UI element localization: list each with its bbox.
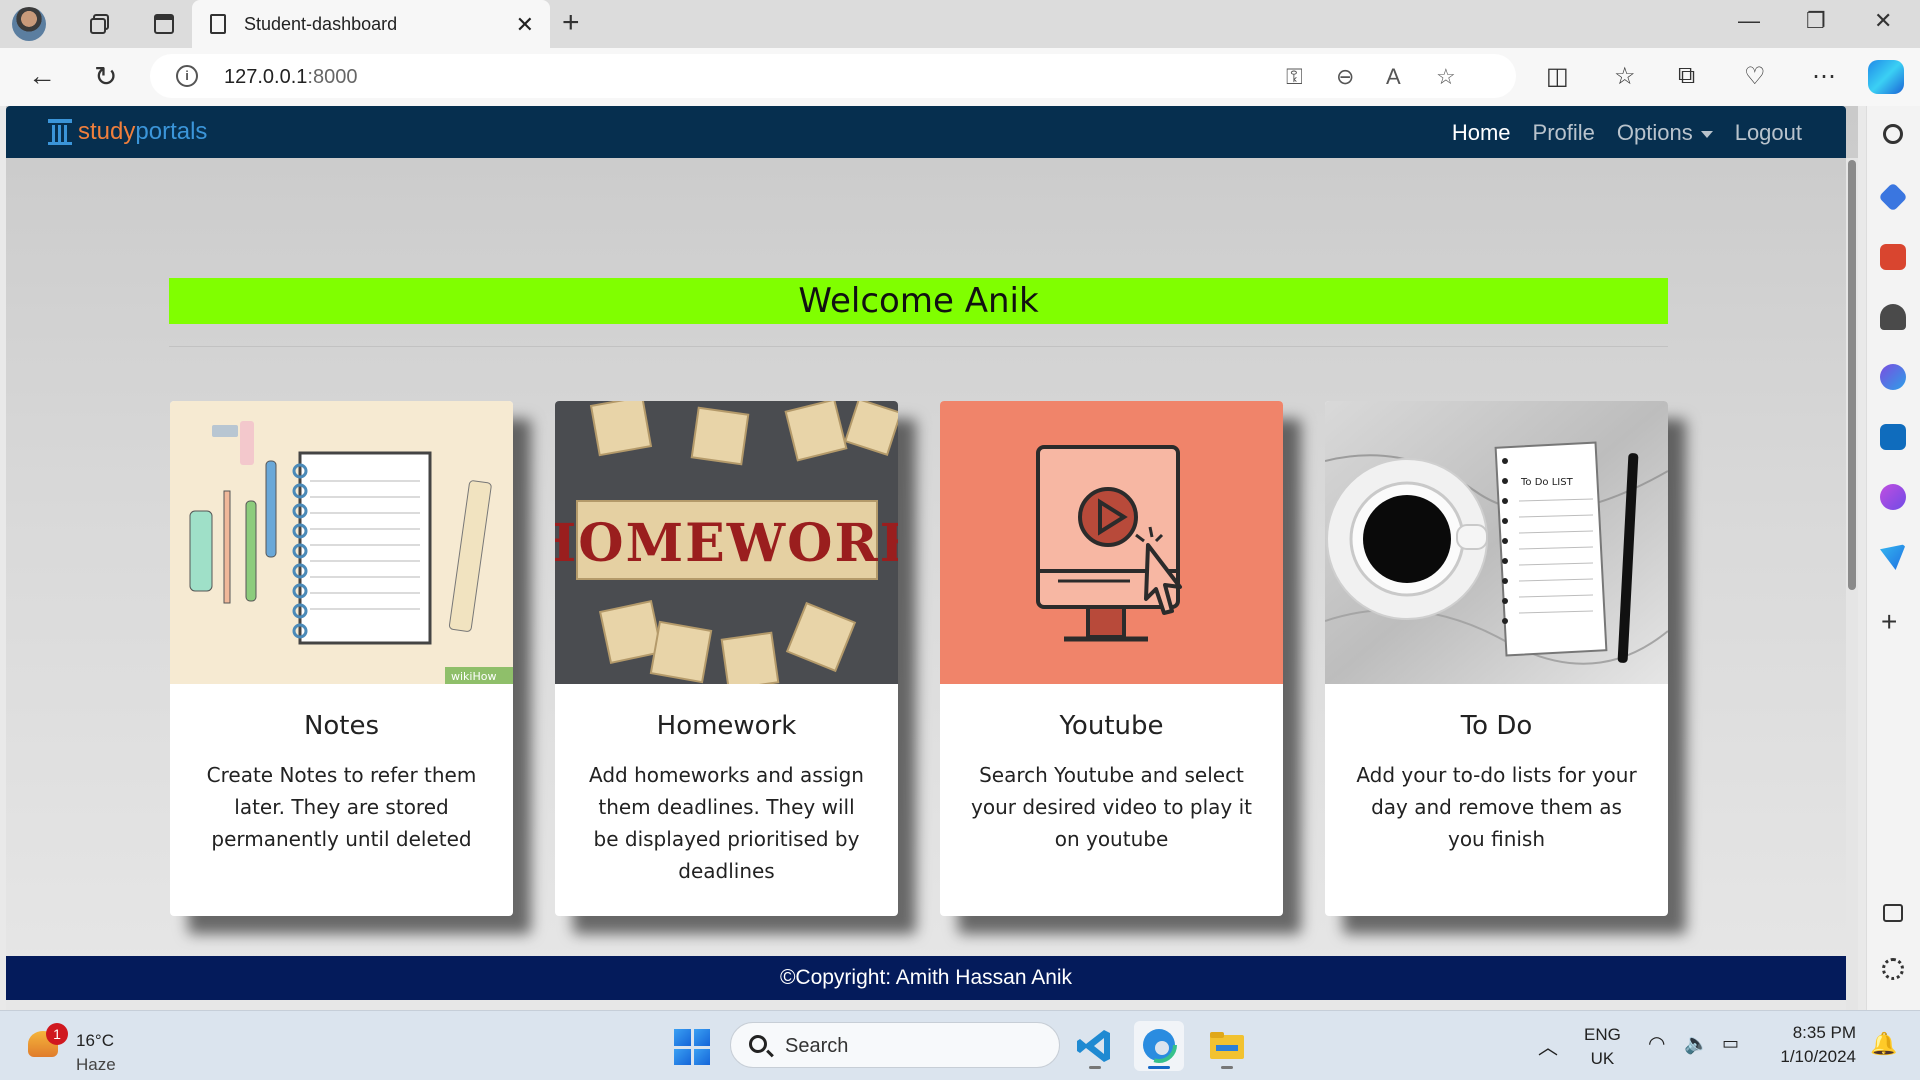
favorites-icon[interactable]: ☆ bbox=[1614, 62, 1636, 91]
keyboard-region: UK bbox=[1590, 1049, 1615, 1068]
edge-taskbar-icon[interactable] bbox=[1134, 1021, 1184, 1071]
read-aloud-icon[interactable]: A bbox=[1386, 64, 1401, 90]
brand-logo[interactable]: study portals bbox=[48, 118, 207, 146]
refresh-icon[interactable]: ↻ bbox=[94, 60, 117, 93]
notifications-bell-icon[interactable]: 🔔 bbox=[1870, 1031, 1897, 1057]
address-bar[interactable]: i 127.0.0.1:8000 ⚿ ⊖ A ☆ bbox=[150, 54, 1516, 98]
weather-condition: Haze bbox=[76, 1055, 116, 1074]
brand-text-portals: portals bbox=[135, 118, 208, 145]
add-sidebar-app-icon[interactable]: + bbox=[1881, 606, 1897, 638]
password-key-icon[interactable]: ⚿ bbox=[1286, 64, 1303, 90]
show-hidden-icons-chevron-icon[interactable]: ︿ bbox=[1538, 1031, 1558, 1060]
split-screen-icon[interactable]: ◫ bbox=[1546, 62, 1569, 91]
card-title: To Do bbox=[1460, 711, 1533, 741]
shopping-tag-icon[interactable] bbox=[1878, 182, 1908, 212]
card-description: Add homeworks and assign them deadlines.… bbox=[589, 763, 864, 883]
url-text: 127.0.0.1:8000 bbox=[224, 66, 358, 88]
battery-icon[interactable]: ▭ bbox=[1722, 1033, 1739, 1054]
divider bbox=[169, 346, 1668, 347]
todo-list-heading: To Do LIST bbox=[1520, 477, 1574, 488]
games-chess-icon[interactable] bbox=[1880, 304, 1906, 330]
nav-links: Home Profile Options Logout bbox=[1452, 120, 1802, 146]
browser-tab-strip: Student-dashboard ✕ + — ❐ ✕ bbox=[0, 0, 1920, 48]
search-icon[interactable] bbox=[1883, 124, 1903, 144]
vertical-tabs-icon[interactable] bbox=[144, 4, 184, 44]
wifi-icon[interactable]: ◠ bbox=[1648, 1031, 1665, 1056]
favorite-star-icon[interactable]: ☆ bbox=[1436, 64, 1456, 90]
copilot-icon[interactable] bbox=[1868, 60, 1904, 94]
settings-gear-icon[interactable] bbox=[1882, 958, 1904, 980]
card-description: Add your to-do lists for your day and re… bbox=[1356, 763, 1637, 851]
brand-text-study: study bbox=[78, 118, 136, 145]
restore-icon[interactable]: ❐ bbox=[1806, 8, 1826, 34]
card-title: Homework bbox=[656, 711, 797, 741]
profile-avatar[interactable] bbox=[12, 7, 46, 41]
clock-date: 1/10/2024 bbox=[1780, 1047, 1856, 1066]
notes-image: wikiHow bbox=[170, 401, 513, 684]
page-viewport: study portals Home Profile Options Logout… bbox=[6, 106, 1858, 1010]
system-clock[interactable]: 8:35 PM 1/10/2024 bbox=[1780, 1021, 1856, 1069]
youtube-image bbox=[940, 401, 1283, 684]
more-options-icon[interactable]: ⋯ bbox=[1812, 62, 1836, 91]
card-description: Search Youtube and select your desired v… bbox=[971, 763, 1252, 851]
card-title: Notes bbox=[303, 711, 380, 741]
browser-tab-active[interactable]: Student-dashboard ✕ bbox=[192, 0, 550, 48]
homework-blocks-text: HOMEWORK bbox=[555, 513, 898, 574]
start-windows-icon[interactable] bbox=[674, 1029, 710, 1065]
welcome-banner: Welcome Anik bbox=[169, 278, 1668, 324]
edge-sidebar: + bbox=[1866, 106, 1920, 1010]
taskbar-search-label: Search bbox=[785, 1035, 849, 1057]
page-footer: ©Copyright: Amith Hassan Anik bbox=[6, 956, 1846, 1000]
columns-icon bbox=[48, 119, 72, 145]
tools-briefcase-icon[interactable] bbox=[1880, 244, 1906, 270]
workspaces-icon[interactable] bbox=[80, 4, 120, 44]
vscode-taskbar-icon[interactable] bbox=[1070, 1021, 1120, 1071]
language-indicator[interactable]: ENG UK bbox=[1584, 1023, 1621, 1071]
browser-essentials-icon[interactable]: ♡ bbox=[1744, 62, 1766, 91]
nav-home[interactable]: Home bbox=[1452, 120, 1511, 146]
page-scrollbar[interactable] bbox=[1846, 158, 1858, 1010]
minimize-icon[interactable]: — bbox=[1738, 8, 1760, 34]
windows-taskbar: 1 16°C Haze Search ︿ ENG UK ◠ 🔈 ▭ 8:35 P… bbox=[0, 1010, 1920, 1080]
page-icon bbox=[210, 14, 226, 34]
file-explorer-taskbar-icon[interactable] bbox=[1202, 1021, 1252, 1071]
card-description: Create Notes to refer them later. They a… bbox=[206, 763, 477, 851]
notes-card[interactable]: wikiHow Notes Create Notes to refer them… bbox=[170, 401, 513, 916]
taskbar-search[interactable]: Search bbox=[730, 1022, 1060, 1068]
wikihow-caption: wikiHow bbox=[451, 670, 496, 683]
tab-title: Student-dashboard bbox=[244, 13, 398, 34]
homework-card[interactable]: HOMEWORK Homework Add homeworks and assi… bbox=[555, 401, 898, 916]
search-icon bbox=[749, 1035, 767, 1053]
nav-options-dropdown[interactable]: Options bbox=[1617, 120, 1713, 146]
app-navbar: study portals Home Profile Options Logout bbox=[6, 106, 1846, 158]
clock-time: 8:35 PM bbox=[1792, 1023, 1856, 1042]
collections-icon[interactable]: ⧉ bbox=[1678, 62, 1695, 90]
card-title: Youtube bbox=[1059, 711, 1164, 741]
new-tab-icon[interactable]: + bbox=[562, 6, 580, 40]
outlook-icon[interactable] bbox=[1880, 424, 1906, 450]
weather-temperature: 16°C bbox=[76, 1031, 114, 1050]
designer-icon[interactable] bbox=[1880, 484, 1906, 510]
microsoft-365-icon[interactable] bbox=[1880, 364, 1906, 390]
volume-icon[interactable]: 🔈 bbox=[1684, 1031, 1709, 1056]
todo-card[interactable]: To Do LIST To Do Add your to-do lists fo… bbox=[1325, 401, 1668, 916]
site-info-icon[interactable]: i bbox=[176, 65, 198, 87]
drop-send-icon[interactable] bbox=[1880, 544, 1906, 570]
todo-image: To Do LIST bbox=[1325, 401, 1668, 684]
zoom-out-icon[interactable]: ⊖ bbox=[1336, 64, 1354, 90]
close-window-icon[interactable]: ✕ bbox=[1874, 8, 1892, 34]
nav-logout[interactable]: Logout bbox=[1735, 120, 1802, 146]
notification-badge: 1 bbox=[46, 1023, 68, 1045]
hide-sidebar-icon[interactable] bbox=[1883, 904, 1903, 922]
language-code: ENG bbox=[1584, 1025, 1621, 1044]
youtube-card[interactable]: Youtube Search Youtube and select your d… bbox=[940, 401, 1283, 916]
homework-image: HOMEWORK bbox=[555, 401, 898, 684]
close-tab-icon[interactable]: ✕ bbox=[516, 12, 534, 38]
chevron-down-icon bbox=[1700, 130, 1713, 138]
scrollbar-thumb[interactable] bbox=[1848, 160, 1856, 590]
nav-profile[interactable]: Profile bbox=[1533, 120, 1595, 146]
back-icon[interactable]: ← bbox=[28, 60, 56, 92]
